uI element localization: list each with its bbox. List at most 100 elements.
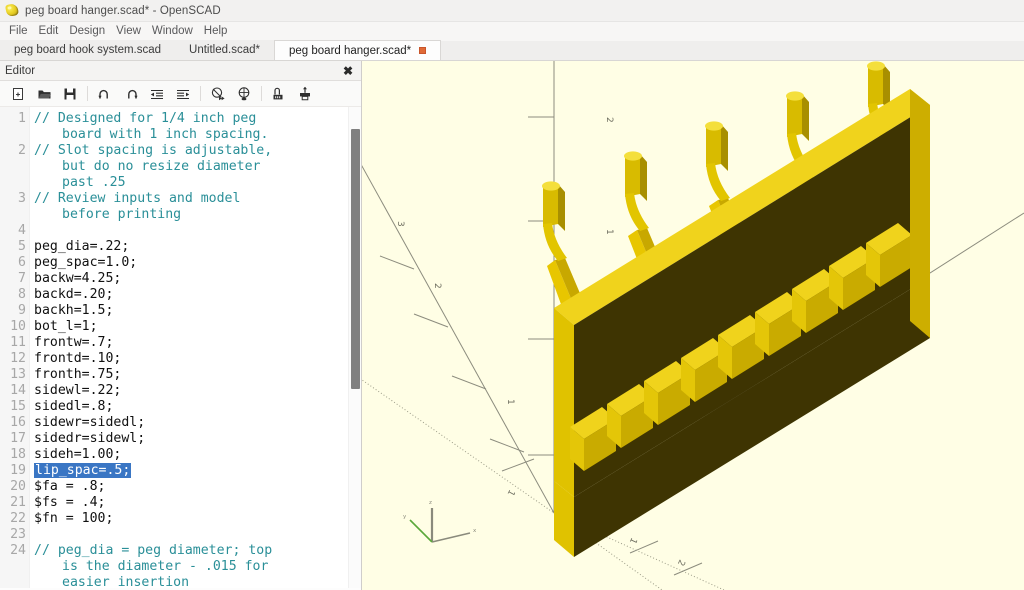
code-text: frontw=.7; <box>30 335 361 351</box>
tab-untitled[interactable]: Untitled.scad* <box>175 40 274 60</box>
code-line[interactable]: 24 // peg_dia = peg diameter; topis the … <box>0 543 361 588</box>
code-line[interactable]: 6 peg_spac=1.0; <box>0 255 361 271</box>
code-comment-wrap: but do no resize diameter <box>34 159 361 175</box>
menu-view[interactable]: View <box>111 24 147 39</box>
line-number: 1 <box>0 111 30 127</box>
line-number: 16 <box>0 415 30 431</box>
line-number: 18 <box>0 447 30 463</box>
back-plate-left-end <box>554 308 574 497</box>
render-icon[interactable] <box>231 83 257 105</box>
code-line[interactable]: 21 $fs = .4; <box>0 495 361 511</box>
editor-scrollbar-track[interactable] <box>348 107 361 588</box>
code-comment: // peg_dia = peg diameter; top <box>34 543 272 558</box>
y-axis: 1 2 3 <box>362 83 554 513</box>
y-tick-label: 3 <box>395 221 405 227</box>
code-text: bot_l=1; <box>30 319 361 335</box>
menu-edit[interactable]: Edit <box>34 24 65 39</box>
y-tick-label: 1 <box>505 399 515 405</box>
code-text: frontd=.10; <box>30 351 361 367</box>
code-line[interactable]: 15 sidedl=.8; <box>0 399 361 415</box>
code-comment-wrap: past .25 <box>34 175 361 191</box>
x-tick-label: 1 <box>505 488 517 498</box>
toolbar-separator <box>200 86 201 101</box>
line-number: 24 <box>0 543 30 559</box>
code-line[interactable]: 20 $fa = .8; <box>0 479 361 495</box>
code-line[interactable]: 1 // Designed for 1/4 inch pegboard with… <box>0 111 361 143</box>
code-line[interactable]: 11 frontw=.7; <box>0 335 361 351</box>
tab-peg-board-hanger[interactable]: peg board hanger.scad* <box>274 40 441 60</box>
code-line[interactable]: 9 backh=1.5; <box>0 303 361 319</box>
indent-icon[interactable] <box>170 83 196 105</box>
code-line[interactable]: 22 $fn = 100; <box>0 511 361 527</box>
code-line[interactable]: 2 // Slot spacing is adjustable,but do n… <box>0 143 361 191</box>
code-line[interactable]: 18 sideh=1.00; <box>0 447 361 463</box>
close-icon[interactable]: ✖ <box>342 65 354 77</box>
code-line[interactable]: 3 // Review inputs and modelbefore print… <box>0 191 361 223</box>
origin-y-label: y <box>403 514 407 520</box>
menu-bar: File Edit Design View Window Help <box>0 22 1024 41</box>
line-number: 12 <box>0 351 30 367</box>
code-line[interactable]: 7 backw=4.25; <box>0 271 361 287</box>
line-number: 5 <box>0 239 30 255</box>
menu-window[interactable]: Window <box>147 24 199 39</box>
code-text: $fa = .8; <box>30 479 361 495</box>
code-line[interactable]: 13 fronth=.75; <box>0 367 361 383</box>
line-number: 22 <box>0 511 30 527</box>
export-stl-icon[interactable] <box>266 83 292 105</box>
code-comment-wrap: easier insertion <box>34 575 361 588</box>
menu-help[interactable]: Help <box>199 24 234 39</box>
line-number: 23 <box>0 527 30 543</box>
code-line[interactable]: 12 frontd=.10; <box>0 351 361 367</box>
code-text: sideh=1.00; <box>30 447 361 463</box>
line-number: 6 <box>0 255 30 271</box>
code-line[interactable]: 5 peg_dia=.22; <box>0 239 361 255</box>
save-file-icon[interactable] <box>57 83 83 105</box>
code-text: backw=4.25; <box>30 271 361 287</box>
undo-icon[interactable] <box>92 83 118 105</box>
tab-close-icon[interactable] <box>419 47 426 54</box>
code-text-selection: lip_spac=.5; <box>34 463 131 478</box>
y-tick-label: 2 <box>432 283 442 289</box>
editor-scrollbar-thumb[interactable] <box>351 129 360 389</box>
origin-axes-indicator: z x y <box>403 500 477 542</box>
menu-file[interactable]: File <box>4 24 34 39</box>
send-to-printer-icon[interactable] <box>292 83 318 105</box>
code-text: sidedl=.8; <box>30 399 361 415</box>
code-editor[interactable]: 1 // Designed for 1/4 inch pegboard with… <box>0 107 361 588</box>
code-line[interactable]: 23 <box>0 527 361 543</box>
toolbar-separator <box>87 86 88 101</box>
code-comment-wrap: board with 1 inch spacing. <box>34 127 361 143</box>
code-text: backh=1.5; <box>30 303 361 319</box>
code-line[interactable]: 10 bot_l=1; <box>0 319 361 335</box>
editor-panel-header: Editor ✖ <box>0 61 361 81</box>
code-text: peg_dia=.22; <box>30 239 361 255</box>
3d-viewport[interactable]: 1 2 1 2 3 <box>362 61 1024 590</box>
line-number: 7 <box>0 271 30 287</box>
preview-icon[interactable] <box>205 83 231 105</box>
code-line[interactable]: 14 sidewl=.22; <box>0 383 361 399</box>
code-line[interactable]: 17 sidedr=sidewl; <box>0 431 361 447</box>
line-number: 11 <box>0 335 30 351</box>
line-number: 15 <box>0 399 30 415</box>
window-title: peg board hanger.scad* - OpenSCAD <box>25 5 221 17</box>
code-text: fronth=.75; <box>30 367 361 383</box>
redo-icon[interactable] <box>118 83 144 105</box>
line-number: 19 <box>0 463 30 479</box>
title-bar: peg board hanger.scad* - OpenSCAD <box>0 0 1024 22</box>
line-number: 2 <box>0 143 30 159</box>
code-line[interactable]: 4 <box>0 223 361 239</box>
origin-z-label: z <box>429 500 432 506</box>
code-line-selected[interactable]: 19 lip_spac=.5; <box>0 463 361 479</box>
new-file-icon[interactable] <box>5 83 31 105</box>
line-number: 17 <box>0 431 30 447</box>
code-line[interactable]: 16 sidewr=sidedl; <box>0 415 361 431</box>
tab-peg-board-hook-system[interactable]: peg board hook system.scad <box>0 40 175 60</box>
openscad-logo-icon <box>5 3 20 18</box>
code-line[interactable]: 8 backd=.20; <box>0 287 361 303</box>
line-number: 10 <box>0 319 30 335</box>
unindent-icon[interactable] <box>144 83 170 105</box>
menu-design[interactable]: Design <box>64 24 111 39</box>
code-comment: // Slot spacing is adjustable, <box>34 143 272 158</box>
origin-x-label: x <box>473 528 477 534</box>
open-file-icon[interactable] <box>31 83 57 105</box>
